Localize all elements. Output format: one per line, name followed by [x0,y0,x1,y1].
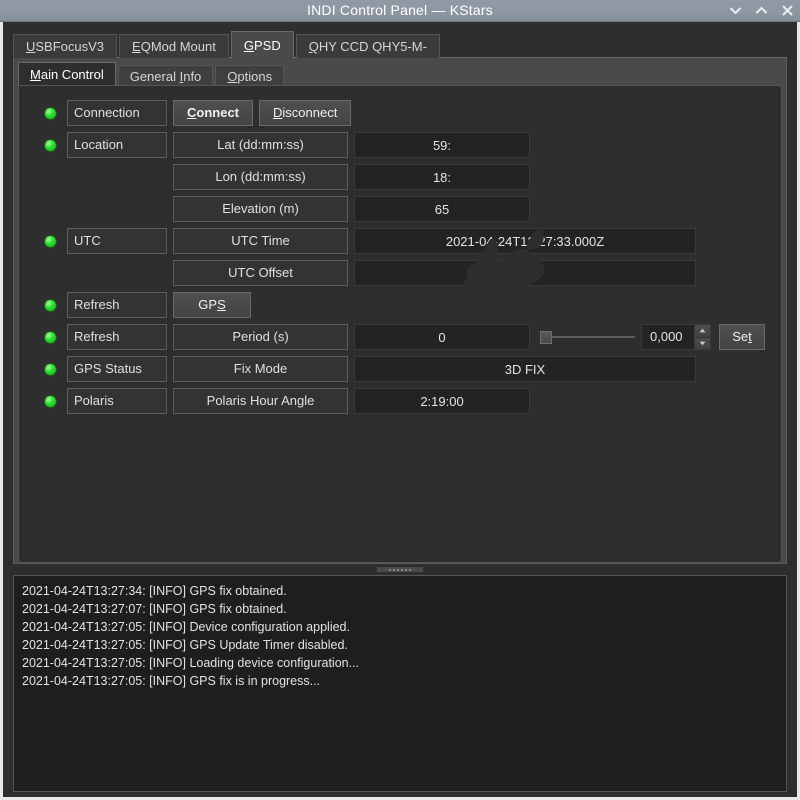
label-spacer-lon [67,164,167,190]
log-line: 2021-04-24T13:27:05: [INFO] GPS fix is i… [22,674,321,688]
property-row-location-lon: Lon (dd:mm:ss) 18: [19,164,781,190]
status-led-spacer-utcoffset [45,268,56,279]
label-location: Location [67,132,167,158]
tab-qhy-ccd[interactable]: QHY CCD QHY5-M- [295,34,440,58]
label-longitude: Lon (dd:mm:ss) [173,164,348,190]
label-latitude: Lat (dd:mm:ss) [173,132,348,158]
log-pane[interactable]: 2021-04-24T13:27:34: [INFO] GPS fix obta… [13,575,787,792]
label-elevation: Elevation (m) [173,196,348,222]
value-polaris-hour-angle: 2:19:00 [354,388,530,414]
status-led-spacer-lon [45,172,56,183]
splitter-dot [393,568,395,571]
device-tab-bar: USBFocusV3 EQMod Mount GPSD QHY CCD QHY5… [13,31,787,58]
maximize-button[interactable] [755,0,768,21]
splitter-dot [409,568,411,571]
input-longitude[interactable]: 18: [354,164,530,190]
period-spinbox-buttons [694,325,710,349]
property-row-refresh-gps: Refresh GPS [19,292,781,318]
window-title: INDI Control Panel — KStars [307,2,493,18]
splitter-dot [389,568,391,571]
input-elevation[interactable]: 65 [354,196,530,222]
main-control-panel: Connection Connect Disconnect Location L… [18,85,782,563]
label-spacer-elev [67,196,167,222]
splitter-dot [401,568,403,571]
label-polaris-hour-angle: Polaris Hour Angle [173,388,348,414]
tab-options[interactable]: Options [215,65,285,86]
property-row-utc-offset: UTC Offset 2.00 [19,260,781,286]
input-latitude[interactable]: 59: [354,132,530,158]
log-line: 2021-04-24T13:27:07: [INFO] GPS fix obta… [22,602,287,616]
property-row-utc-time: UTC UTC Time 2021-04-24T13:27:33.000Z [19,228,781,254]
label-connection: Connection [67,100,167,126]
titlebar-buttons [729,0,794,21]
label-period: Period (s) [173,324,348,350]
status-led-polaris [45,395,56,407]
value-fix-mode: 3D FIX [354,356,696,382]
spinbox-up-icon[interactable] [695,325,710,338]
input-utc-time[interactable]: 2021-04-24T13:27:33.000Z [354,228,696,254]
property-row-gps-status: GPS Status Fix Mode 3D FIX [19,356,781,382]
property-row-refresh-period: Refresh Period (s) 0 0,000 Set [19,324,781,350]
label-fix-mode: Fix Mode [173,356,348,382]
label-spacer-utcoffset [67,260,167,286]
status-led-utc [45,235,56,247]
status-led-refresh-period [45,331,56,343]
log-line: 2021-04-24T13:27:05: [INFO] Device confi… [22,620,350,634]
period-spinbox-value[interactable]: 0,000 [642,325,694,349]
disconnect-button[interactable]: Disconnect [259,100,352,126]
period-slider-groove [548,336,635,338]
main-content: USBFocusV3 EQMod Mount GPSD QHY CCD QHY5… [3,22,797,575]
property-row-location-elevation: Elevation (m) 65 [19,196,781,222]
titlebar: INDI Control Panel — KStars [0,0,800,22]
log-line: 2021-04-24T13:27:05: [INFO] GPS Update T… [22,638,348,652]
label-gps-status: GPS Status [67,356,167,382]
sub-tab-bar: Main Control General Info Options [18,62,782,86]
label-polaris: Polaris [67,388,167,414]
splitter-dot [405,568,407,571]
period-slider-handle[interactable] [540,331,552,344]
label-utc-time: UTC Time [173,228,348,254]
set-period-button[interactable]: Set [719,324,765,350]
period-slider[interactable] [540,324,635,350]
close-button[interactable] [781,0,794,21]
gps-refresh-button[interactable]: GPS [173,292,251,318]
minimize-button[interactable] [729,0,742,21]
status-led-location [45,139,56,151]
property-row-connection: Connection Connect Disconnect [19,100,781,126]
value-period: 0 [354,324,530,350]
property-row-location-lat: Location Lat (dd:mm:ss) 59: [19,132,781,158]
status-led-spacer-elev [45,204,56,215]
splitter-dot [397,568,399,571]
property-row-polaris: Polaris Polaris Hour Angle 2:19:00 [19,388,781,414]
device-panel: Main Control General Info Options Connec… [13,57,787,564]
input-utc-offset[interactable]: 2.00 [354,260,696,286]
indi-control-panel-window: INDI Control Panel — KStars USBFocusV3 E… [0,0,800,800]
status-led-connection [45,107,56,119]
period-spinbox[interactable]: 0,000 [641,324,711,350]
splitter-grip[interactable] [377,567,423,572]
connect-button[interactable]: Connect [173,100,254,126]
tab-general-info[interactable]: General Info [117,65,214,86]
tab-gpsd[interactable]: GPSD [230,31,294,58]
label-utc-offset: UTC Offset [173,260,348,286]
tab-usbfocusv3[interactable]: USBFocusV3 [13,34,118,58]
log-line: 2021-04-24T13:27:34: [INFO] GPS fix obta… [22,584,287,598]
tab-eqmod-mount[interactable]: EQMod Mount [119,34,229,58]
label-refresh-gps: Refresh [67,292,167,318]
tab-main-control[interactable]: Main Control [18,62,116,86]
panel-splitter[interactable] [13,564,787,575]
status-led-refresh-gps [45,299,56,311]
log-line: 2021-04-24T13:27:05: [INFO] Loading devi… [22,656,360,670]
label-utc: UTC [67,228,167,254]
status-led-gps-status [45,363,56,375]
spinbox-down-icon[interactable] [695,337,710,349]
label-refresh-period: Refresh [67,324,167,350]
